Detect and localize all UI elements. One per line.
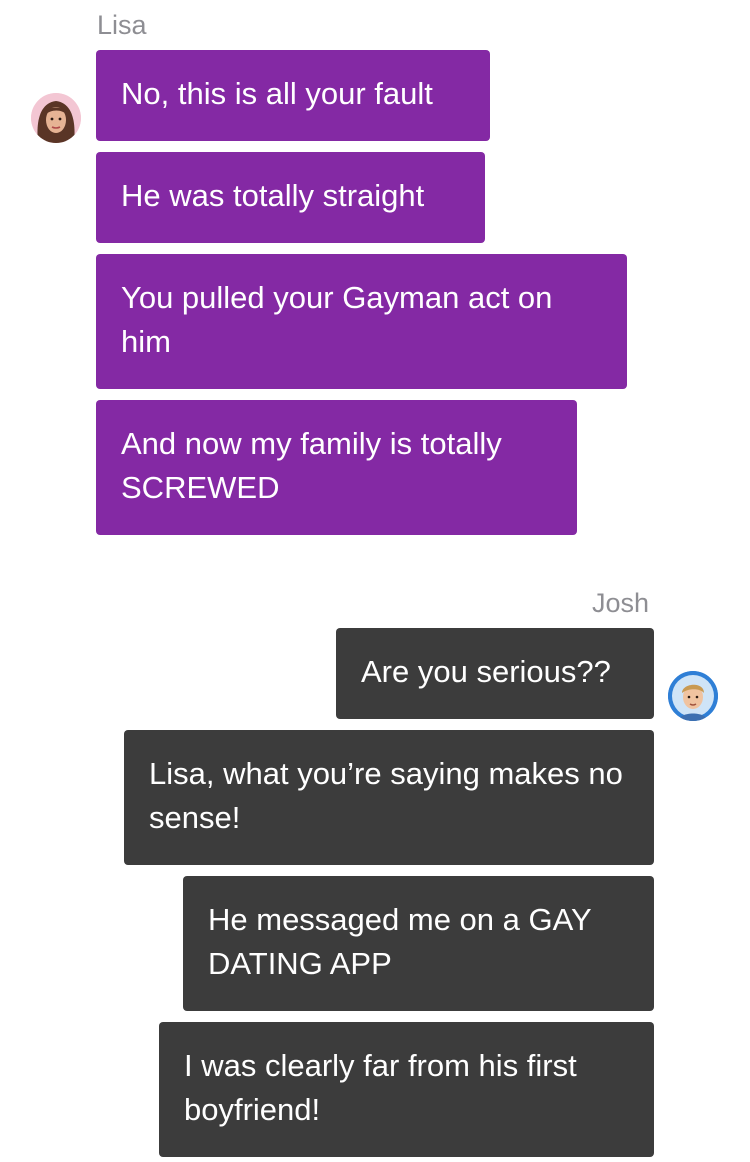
message-bubble-lisa: He was totally straight: [96, 152, 485, 243]
message-text: Are you serious??: [361, 654, 611, 689]
message-bubble-josh: I was clearly far from his first boyfrie…: [159, 1022, 654, 1157]
message-text: I was clearly far from his first boyfrie…: [184, 1048, 577, 1127]
message-text: You pulled your Gayman act on him: [121, 280, 553, 359]
message-bubble-lisa: And now my family is totally SCREWED: [96, 400, 577, 535]
sender-name-lisa: Lisa: [97, 10, 147, 40]
message-bubble-josh: Lisa, what you’re saying makes no sense!: [124, 730, 654, 865]
message-bubble-josh: He messaged me on a GAY DATING APP: [183, 876, 654, 1011]
woman-portrait-icon: [31, 93, 81, 143]
message-text: No, this is all your fault: [121, 76, 433, 111]
message-bubble-josh: Are you serious??: [336, 628, 654, 719]
avatar-josh[interactable]: [668, 671, 718, 721]
man-portrait-icon: [668, 671, 718, 721]
message-text: He messaged me on a GAY DATING APP: [208, 902, 592, 981]
message-text: Lisa, what you’re saying makes no sense!: [149, 756, 623, 835]
message-bubble-lisa: No, this is all your fault: [96, 50, 490, 141]
message-bubble-lisa: You pulled your Gayman act on him: [96, 254, 627, 389]
avatar-lisa[interactable]: [31, 93, 81, 143]
sender-name-josh: Josh: [592, 588, 650, 618]
message-text: And now my family is totally SCREWED: [121, 426, 502, 505]
message-text: He was totally straight: [121, 178, 425, 213]
